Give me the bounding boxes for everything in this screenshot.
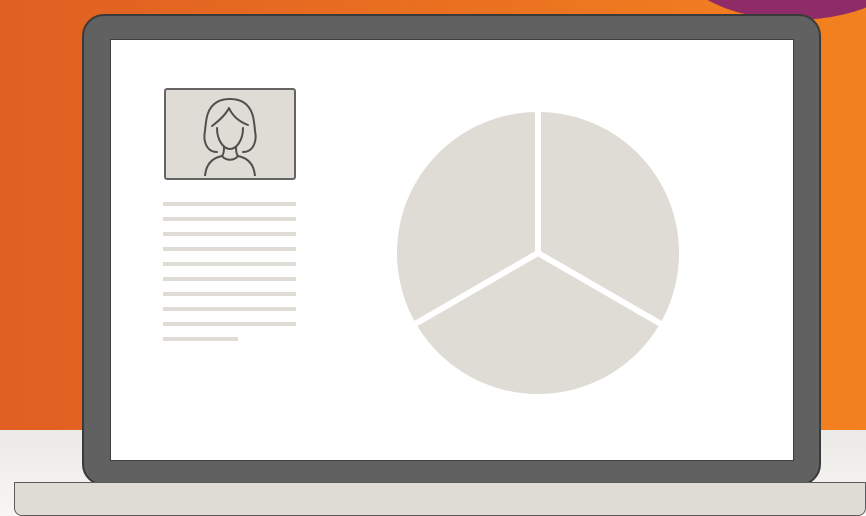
pie-chart: [397, 110, 679, 394]
document-text-lines: [163, 202, 296, 342]
text-line: [163, 277, 296, 281]
text-line: [163, 202, 296, 206]
laptop-base: [14, 482, 866, 516]
profile-card: [164, 88, 296, 180]
text-line: [163, 217, 296, 221]
woman-avatar-icon: [203, 98, 257, 176]
text-line: [163, 247, 296, 251]
text-line: [163, 262, 296, 266]
text-line: [163, 292, 296, 296]
text-line: [163, 322, 296, 326]
text-line: [163, 337, 238, 341]
illustration-scene: [0, 0, 866, 516]
text-line: [163, 232, 296, 236]
text-line: [163, 307, 296, 311]
